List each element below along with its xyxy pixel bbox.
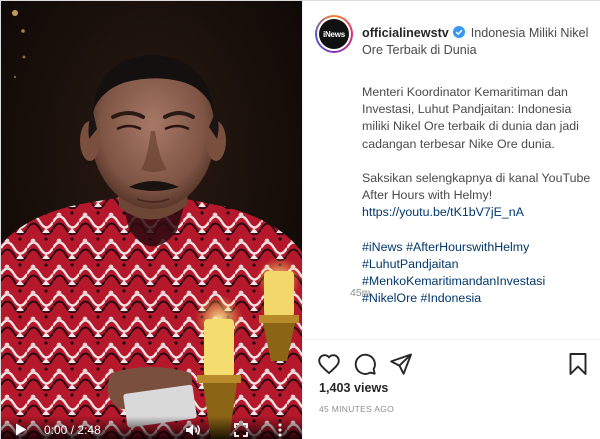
time-separator: /: [70, 423, 75, 437]
video-player[interactable]: 0:00 / 2:48: [1, 1, 302, 439]
duration: 2:48: [77, 423, 101, 437]
username-link[interactable]: officialinewstv: [362, 26, 449, 40]
instagram-post: 0:00 / 2:48 iNews officialinewstv Indone…: [0, 0, 600, 439]
youtube-link[interactable]: https://youtu.be/tK1bV7jE_nA: [362, 204, 594, 221]
play-icon[interactable]: [15, 423, 27, 436]
fullscreen-icon[interactable]: [234, 423, 248, 437]
caption-header: officialinewstv Indonesia Miliki Nikel O…: [362, 25, 597, 59]
posted-time[interactable]: 45 MINUTES AGO: [319, 404, 394, 414]
comment-icon[interactable]: [353, 352, 377, 376]
post-sidebar: iNews officialinewstv Indonesia Miliki N…: [302, 1, 600, 439]
avatar-logo: iNews: [319, 19, 349, 49]
caption-paragraph: Menteri Koordinator Kemaritiman dan Inve…: [362, 85, 579, 151]
action-bar: [303, 339, 600, 379]
heart-icon[interactable]: [317, 352, 341, 376]
verified-badge-icon: [453, 26, 466, 38]
hashtag-line[interactable]: #LuhutPandjaitan: [362, 256, 594, 273]
current-time: 0:00: [44, 423, 68, 437]
video-frame: [1, 1, 302, 439]
video-time: 0:00 / 2:48: [44, 423, 101, 437]
caption-timestamp: 45m: [350, 287, 371, 299]
hashtag-line[interactable]: #MenkoKemaritimandanInvestasi: [362, 273, 594, 290]
hashtag-line[interactable]: #NikelOre #Indonesia: [362, 290, 594, 307]
bookmark-icon[interactable]: [566, 352, 590, 376]
paper-plane-icon[interactable]: [389, 352, 413, 376]
views-count[interactable]: 1,403 views: [319, 381, 388, 395]
hashtag-line[interactable]: #iNews #AfterHourswithHelmy: [362, 239, 594, 256]
caption-body: Menteri Koordinator Kemaritiman dan Inve…: [362, 84, 594, 308]
caption-paragraph: Saksikan selengkapnya di kanal YouTube A…: [362, 170, 594, 222]
volume-icon[interactable]: [185, 423, 201, 437]
video-controls: 0:00 / 2:48: [1, 416, 302, 439]
caption-cta: Saksikan selengkapnya di kanal YouTube A…: [362, 171, 591, 203]
more-vertical-icon[interactable]: [277, 423, 283, 437]
hashtag-list: #iNews #AfterHourswithHelmy #LuhutPandja…: [362, 239, 594, 308]
avatar[interactable]: iNews: [315, 15, 353, 53]
